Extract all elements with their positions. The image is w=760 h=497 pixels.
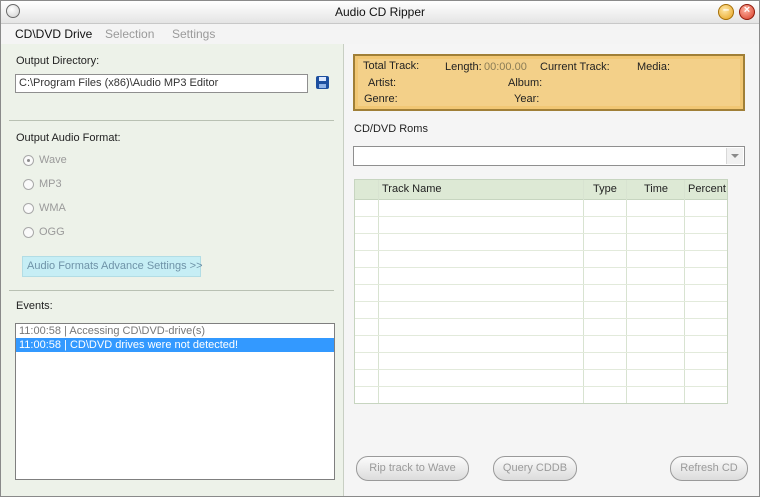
chevron-down-icon[interactable]: [726, 148, 743, 164]
column-header-type[interactable]: Type: [589, 180, 631, 199]
length-value: 00:00.00: [484, 61, 527, 73]
radio-icon: [23, 227, 34, 238]
close-button[interactable]: ×: [739, 4, 755, 20]
length-label: Length:: [445, 61, 482, 73]
menu-bar: CD\DVD Drive Selection Settings: [1, 24, 759, 44]
row-divider: [355, 267, 727, 268]
minimize-icon: –: [722, 4, 730, 16]
artist-label: Artist:: [368, 77, 397, 89]
column-divider: [583, 180, 584, 403]
row-divider: [355, 233, 727, 234]
window-title: Audio CD Ripper: [334, 5, 426, 19]
divider: [9, 120, 334, 121]
row-divider: [355, 369, 727, 370]
output-directory-field[interactable]: C:\Program Files (x86)\Audio MP3 Editor: [15, 74, 308, 93]
events-list[interactable]: 11:00:58 | Accessing CD\DVD-drive(s) 11:…: [15, 323, 335, 480]
format-label-ogg: OGG: [39, 226, 65, 238]
event-item[interactable]: 11:00:58 | Accessing CD\DVD-drive(s): [16, 324, 334, 338]
refresh-cd-button[interactable]: Refresh CD: [670, 456, 748, 481]
menu-cd-dvd-drive[interactable]: CD\DVD Drive: [15, 27, 92, 41]
current-track-label: Current Track:: [540, 61, 610, 73]
column-divider: [626, 180, 627, 403]
cd-dvd-roms-select[interactable]: [353, 146, 745, 166]
menu-selection[interactable]: Selection: [105, 27, 154, 41]
format-label-wma: WMA: [39, 202, 66, 214]
track-table[interactable]: Track Name Type Time Percent: [354, 179, 728, 404]
cd-dvd-roms-label: CD/DVD Roms: [354, 123, 428, 135]
query-cddb-button[interactable]: Query CDDB: [493, 456, 577, 481]
divider: [9, 290, 334, 291]
minimize-button[interactable]: –: [718, 4, 734, 20]
event-item-selected[interactable]: 11:00:58 | CD\DVD drives were not detect…: [16, 338, 334, 352]
row-divider: [355, 352, 727, 353]
save-folder-icon[interactable]: [316, 76, 329, 89]
column-divider: [378, 180, 379, 403]
advanced-settings-button[interactable]: Audio Formats Advance Settings >>: [22, 256, 203, 277]
total-track-label: Total Track:: [363, 60, 420, 72]
row-divider: [355, 318, 727, 319]
year-label: Year:: [514, 93, 540, 105]
events-label: Events:: [16, 300, 53, 312]
column-divider: [684, 180, 685, 403]
row-divider: [355, 386, 727, 387]
album-label: Album:: [508, 77, 543, 89]
format-label-wave: Wave: [39, 154, 67, 166]
output-directory-label: Output Directory:: [16, 55, 100, 67]
radio-icon: [23, 203, 34, 214]
column-header-percent[interactable]: Percent: [684, 180, 727, 199]
radio-checked-icon: [23, 155, 34, 166]
row-divider: [355, 301, 727, 302]
row-divider: [355, 250, 727, 251]
rip-track-button[interactable]: Rip track to Wave: [356, 456, 469, 481]
app-window: Audio CD Ripper – × CD\DVD Drive Selecti…: [0, 0, 760, 497]
row-divider: [355, 216, 727, 217]
radio-icon: [23, 179, 34, 190]
row-divider: [355, 284, 727, 285]
format-label-mp3: MP3: [39, 178, 62, 190]
media-label: Media:: [637, 61, 671, 73]
output-format-label: Output Audio Format:: [16, 132, 121, 144]
column-header-track-name[interactable]: Track Name: [378, 180, 582, 199]
title-bar: Audio CD Ripper – ×: [1, 1, 759, 24]
menu-settings[interactable]: Settings: [172, 27, 215, 41]
genre-label: Genre:: [364, 93, 398, 105]
close-icon: ×: [743, 4, 751, 16]
row-divider: [355, 335, 727, 336]
